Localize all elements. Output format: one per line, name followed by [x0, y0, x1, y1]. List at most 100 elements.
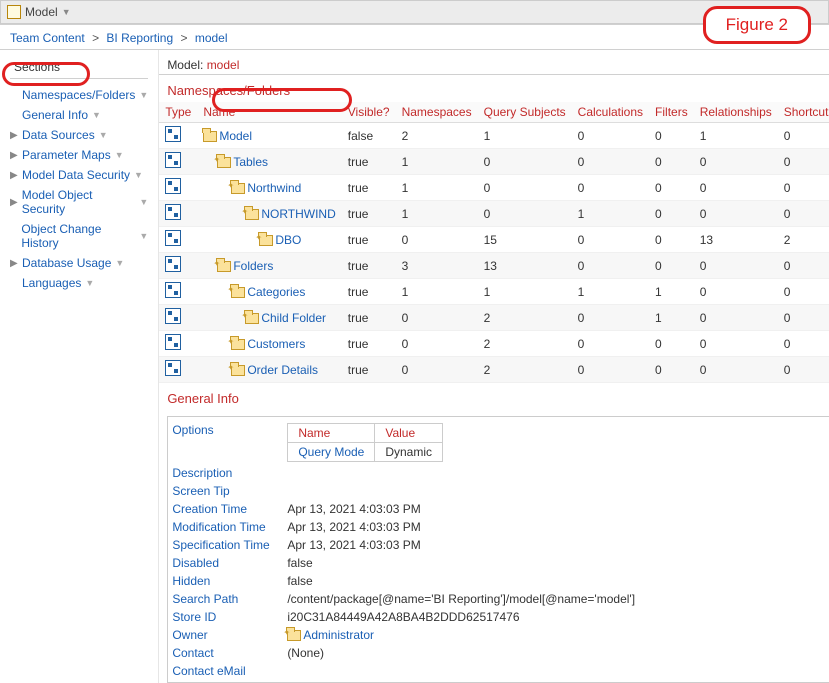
gi-value[interactable]: Administrator [303, 628, 374, 642]
folder-icon [245, 313, 259, 324]
cell-visible: true [342, 331, 396, 357]
type-icon [165, 256, 181, 272]
col-header[interactable]: Query Subjects [478, 102, 572, 123]
gi-label: Store ID [172, 610, 287, 624]
row-name[interactable]: Order Details [247, 363, 318, 377]
table-row[interactable]: DBOtrue01500132 [159, 227, 829, 253]
sidebar-item[interactable]: Object Change History▼ [10, 219, 148, 253]
breadcrumb-item[interactable]: Team Content [10, 31, 85, 45]
sidebar-item-label: Database Usage [22, 256, 111, 270]
sidebar-item-label: Parameter Maps [22, 148, 111, 162]
chevron-down-icon: ▼ [139, 90, 148, 100]
col-header[interactable]: Type [159, 102, 197, 123]
triangle-icon: ▶ [10, 150, 18, 161]
cell-sc: 2 [778, 227, 829, 253]
cell-rel: 1 [694, 123, 778, 149]
col-header[interactable]: Shortcuts [778, 102, 829, 123]
sidebar-item-label: Object Change History [21, 222, 135, 250]
table-row[interactable]: Order Detailstrue020000 [159, 357, 829, 383]
cell-rel: 0 [694, 331, 778, 357]
gi-row: Contact eMail [172, 662, 829, 680]
cell-qs: 2 [478, 357, 572, 383]
cell-namespaces: 0 [396, 331, 478, 357]
sidebar-item[interactable]: Namespaces/Folders▼ [10, 85, 148, 105]
col-header[interactable]: Calculations [572, 102, 649, 123]
table-row[interactable]: Customerstrue020000 [159, 331, 829, 357]
sidebar-item[interactable]: ▶Database Usage▼ [10, 253, 148, 273]
row-name[interactable]: Model [219, 129, 252, 143]
cell-sc: 0 [778, 201, 829, 227]
cell-calc: 0 [572, 123, 649, 149]
gi-row: Contact(None) [172, 644, 829, 662]
cell-rel: 0 [694, 305, 778, 331]
cell-filters: 0 [649, 149, 694, 175]
cell-qs: 1 [478, 279, 572, 305]
breadcrumb-sep: > [180, 31, 187, 45]
sidebar-item[interactable]: Languages▼ [10, 273, 148, 293]
breadcrumb-item[interactable]: BI Reporting [106, 31, 173, 45]
row-name[interactable]: DBO [275, 233, 301, 247]
cell-filters: 1 [649, 305, 694, 331]
gi-row: Specification TimeApr 13, 2021 4:03:03 P… [172, 536, 829, 554]
gi-value: false [287, 574, 312, 588]
table-row[interactable]: NORTHWINDtrue101000 [159, 201, 829, 227]
cell-sc: 0 [778, 253, 829, 279]
col-header[interactable]: Filters [649, 102, 694, 123]
sidebar-item[interactable]: ▶Data Sources▼ [10, 125, 148, 145]
sidebar-item[interactable]: ▶Model Object Security▼ [10, 185, 148, 219]
table-row[interactable]: Modelfalse210010 [159, 123, 829, 149]
cell-sc: 0 [778, 123, 829, 149]
cell-namespaces: 0 [396, 305, 478, 331]
table-row[interactable]: Categoriestrue111100 [159, 279, 829, 305]
cell-calc: 0 [572, 305, 649, 331]
figure-badge: Figure 2 [703, 6, 811, 44]
col-header[interactable]: Namespaces [396, 102, 478, 123]
sections-header: Sections [10, 56, 148, 78]
cell-sc: 0 [778, 149, 829, 175]
breadcrumb-sep: > [92, 31, 99, 45]
gi-value: /content/package[@name='BI Reporting']/m… [287, 592, 635, 606]
model-value: model [207, 58, 240, 72]
sidebar-item-label: Model Object Security [22, 188, 136, 216]
cell-qs: 13 [478, 253, 572, 279]
row-name[interactable]: NORTHWIND [261, 207, 335, 221]
row-name[interactable]: Categories [247, 285, 305, 299]
sidebar-item[interactable]: ▶Parameter Maps▼ [10, 145, 148, 165]
gi-label: Screen Tip [172, 484, 287, 498]
gi-label: Hidden [172, 574, 287, 588]
col-header[interactable]: Visible? [342, 102, 396, 123]
sidebar-item-label: Data Sources [22, 128, 95, 142]
cell-qs: 15 [478, 227, 572, 253]
chevron-down-icon[interactable]: ▼ [62, 7, 71, 17]
row-name[interactable]: Child Folder [261, 311, 326, 325]
cell-sc: 0 [778, 279, 829, 305]
triangle-icon: ▶ [10, 170, 18, 181]
breadcrumb-item[interactable]: model [195, 31, 228, 45]
cell-namespaces: 0 [396, 227, 478, 253]
sidebar-item[interactable]: ▶Model Data Security▼ [10, 165, 148, 185]
cell-calc: 0 [572, 357, 649, 383]
type-icon [165, 334, 181, 350]
gi-options-label: Options [172, 423, 287, 462]
cell-rel: 0 [694, 201, 778, 227]
row-name[interactable]: Customers [247, 337, 305, 351]
cell-rel: 0 [694, 149, 778, 175]
table-row[interactable]: Tablestrue100000 [159, 149, 829, 175]
row-name[interactable]: Northwind [247, 181, 301, 195]
table-row[interactable]: Folderstrue3130000 [159, 253, 829, 279]
col-header[interactable]: Name [197, 102, 341, 123]
sidebar-item[interactable]: General Info▼ [10, 105, 148, 125]
cell-visible: true [342, 227, 396, 253]
type-icon [165, 230, 181, 246]
col-header[interactable]: Relationships [694, 102, 778, 123]
type-icon [165, 360, 181, 376]
gi-value: (None) [287, 646, 324, 660]
row-name[interactable]: Folders [233, 259, 273, 273]
table-row[interactable]: Northwindtrue100000 [159, 175, 829, 201]
row-name[interactable]: Tables [233, 155, 268, 169]
toolbar-title: Model [25, 5, 58, 19]
table-row[interactable]: Child Foldertrue020100 [159, 305, 829, 331]
cell-filters: 0 [649, 123, 694, 149]
folder-icon [203, 131, 217, 142]
sidebar-item-label: General Info [22, 108, 88, 122]
